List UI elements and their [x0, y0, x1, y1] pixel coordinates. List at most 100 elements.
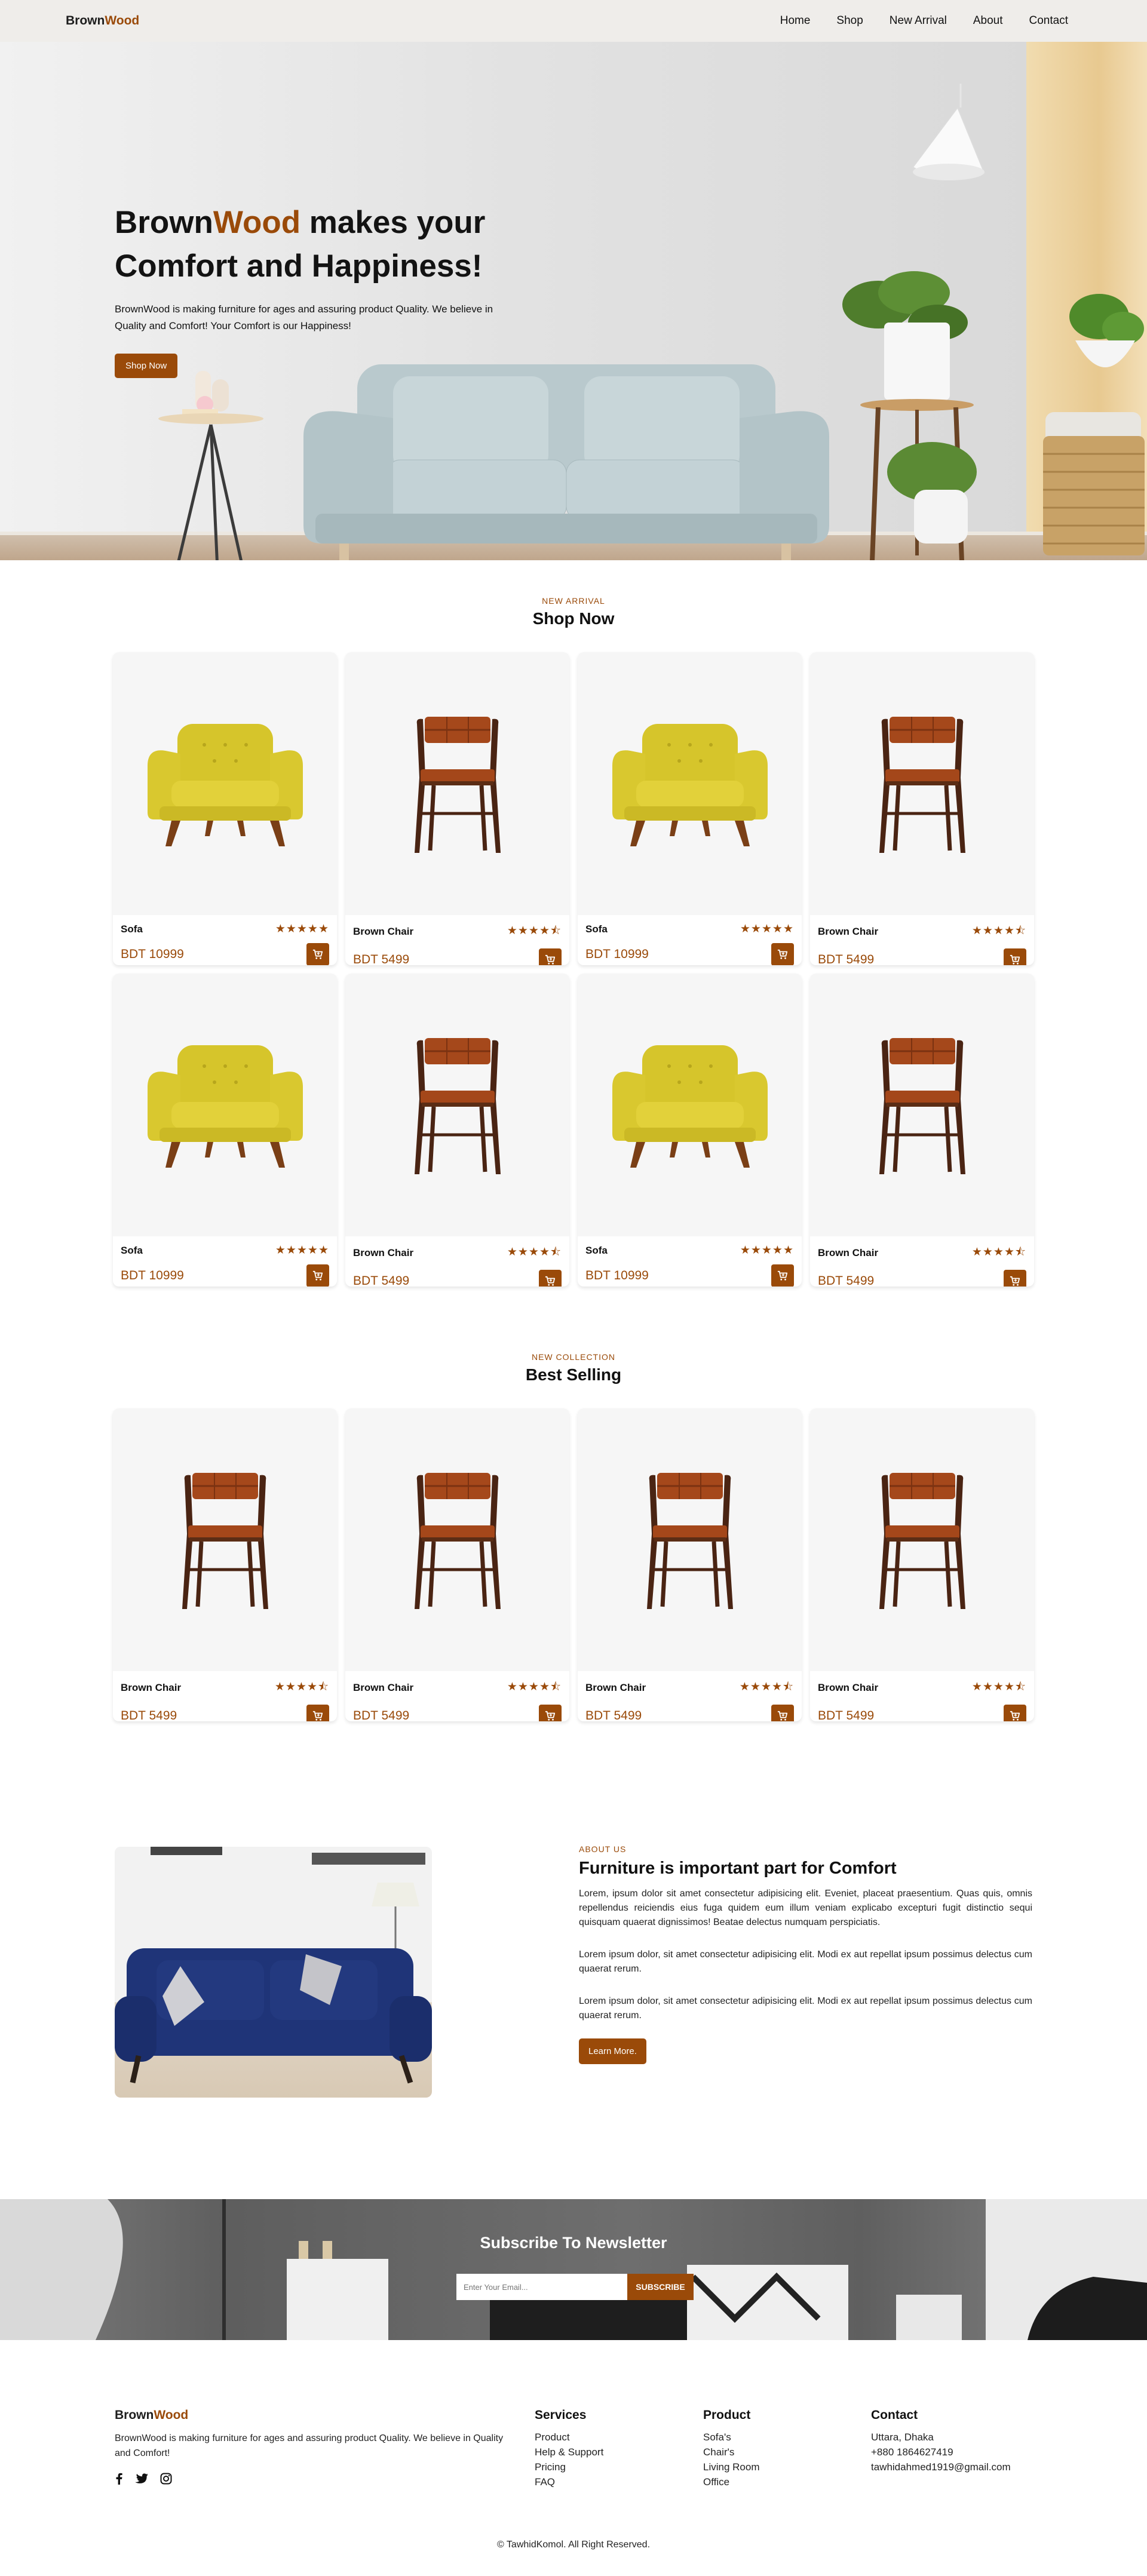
product-name[interactable]: Sofa [121, 1245, 143, 1257]
twitter-icon[interactable] [135, 2473, 148, 2484]
pendant-lamp-image [912, 84, 986, 180]
product-card[interactable]: Sofa ★★★★★ BDT 10999 [113, 652, 337, 965]
contact-phone[interactable]: +880 1864627419 [871, 2445, 1011, 2460]
product-name[interactable]: Sofa [585, 1245, 608, 1257]
product-name[interactable]: Brown Chair [353, 926, 413, 938]
best-selling-title: Best Selling [525, 1365, 622, 1384]
product-price: BDT 10999 [585, 947, 649, 961]
social-links [115, 2473, 521, 2485]
product-info-row: Brown Chair ★★★★⯪ [818, 1678, 1026, 1697]
product-image-area[interactable] [810, 652, 1034, 915]
product-name[interactable]: Brown Chair [353, 1682, 413, 1694]
shop-now-title: Shop Now [532, 609, 615, 628]
product-price-row: BDT 5499 [353, 1705, 562, 1721]
product-image-area[interactable] [810, 974, 1034, 1236]
product-card[interactable]: Brown Chair ★★★★⯪ BDT 5499 [810, 652, 1034, 965]
product-image-area[interactable] [345, 1408, 569, 1671]
cart-icon [312, 1270, 323, 1281]
footer-link[interactable]: FAQ [535, 2474, 603, 2489]
facebook-icon[interactable] [115, 2473, 123, 2485]
add-to-cart-button[interactable] [1004, 948, 1026, 965]
product-name[interactable]: Brown Chair [353, 1247, 413, 1259]
product-info: Brown Chair ★★★★⯪ BDT 5499 [578, 1671, 802, 1721]
product-name[interactable]: Brown Chair [585, 1682, 646, 1694]
footer-brand[interactable]: BrownWood [115, 2408, 521, 2423]
product-name[interactable]: Brown Chair [121, 1682, 181, 1694]
nav-link-contact[interactable]: Contact [1029, 14, 1068, 27]
hero-section: BrownWood makes your Comfort and Happine… [0, 42, 1147, 560]
hero-text-block: BrownWood makes your Comfort and Happine… [115, 201, 533, 378]
add-to-cart-button[interactable] [539, 1705, 562, 1721]
product-card[interactable]: Brown Chair ★★★★⯪ BDT 5499 [810, 1408, 1034, 1721]
product-image-area[interactable] [810, 1408, 1034, 1671]
product-image-area[interactable] [113, 974, 337, 1236]
product-info-row: Brown Chair ★★★★⯪ [353, 1244, 562, 1263]
best-selling-eyebrow: NEW COLLECTION [531, 1352, 615, 1362]
product-image-area[interactable] [345, 652, 569, 915]
yellow-sofa-image [147, 724, 303, 846]
rating-stars-icon: ★★★★⯪ [971, 925, 1026, 937]
product-name[interactable]: Brown Chair [818, 926, 878, 938]
nav-link-home[interactable]: Home [780, 14, 811, 27]
footer-link[interactable]: Pricing [535, 2460, 603, 2474]
product-image-area[interactable] [578, 974, 802, 1236]
product-image-area[interactable] [578, 1408, 802, 1671]
newsletter-form: SUBSCRIBE [456, 2274, 694, 2300]
product-card[interactable]: Brown Chair ★★★★⯪ BDT 5499 [345, 974, 569, 1287]
sofa-hero-image [303, 364, 829, 560]
contact-email[interactable]: tawhidahmed1919@gmail.com [871, 2460, 1011, 2474]
learn-more-button[interactable]: Learn More. [579, 2038, 646, 2064]
brand-part-1: Brown [66, 14, 105, 27]
product-image-area[interactable] [578, 652, 802, 915]
add-to-cart-button[interactable] [539, 1270, 562, 1287]
add-to-cart-button[interactable] [771, 943, 794, 965]
add-to-cart-button[interactable] [1004, 1705, 1026, 1721]
product-price: BDT 5499 [121, 1709, 177, 1721]
instagram-icon[interactable] [160, 2473, 172, 2485]
shop-now-button[interactable]: Shop Now [115, 354, 178, 378]
brand-logo[interactable]: BrownWood [66, 14, 139, 28]
rating-stars-icon: ★★★★⯪ [971, 1246, 1026, 1258]
nav-link-new-arrival[interactable]: New Arrival [890, 14, 947, 27]
product-card[interactable]: Sofa ★★★★★ BDT 10999 [578, 652, 802, 965]
footer-link[interactable]: Help & Support [535, 2445, 603, 2460]
about-section: ABOUT US Furniture is important part for… [0, 1781, 1147, 2199]
product-card[interactable]: Brown Chair ★★★★⯪ BDT 5499 [345, 652, 569, 965]
product-name[interactable]: Brown Chair [818, 1247, 878, 1259]
add-to-cart-button[interactable] [1004, 1270, 1026, 1287]
product-image-area[interactable] [113, 652, 337, 915]
product-name[interactable]: Sofa [585, 923, 608, 935]
footer-link[interactable]: Sofa's [703, 2430, 760, 2445]
product-info-row: Sofa ★★★★★ [585, 922, 794, 936]
footer-description: BrownWood is making furniture for ages a… [115, 2433, 504, 2458]
nav-link-about[interactable]: About [973, 14, 1003, 27]
newsletter-email-input[interactable] [456, 2274, 627, 2300]
best-selling-header: NEW COLLECTION Best Selling [0, 1352, 1147, 1384]
nav-link-shop[interactable]: Shop [836, 14, 863, 27]
product-card[interactable]: Brown Chair ★★★★⯪ BDT 5499 [345, 1408, 569, 1721]
footer-link[interactable]: Chair's [703, 2445, 760, 2460]
add-to-cart-button[interactable] [771, 1264, 794, 1287]
product-card[interactable]: Brown Chair ★★★★⯪ BDT 5499 [113, 1408, 337, 1721]
footer-link[interactable]: Office [703, 2474, 760, 2489]
add-to-cart-button[interactable] [771, 1705, 794, 1721]
product-card[interactable]: Brown Chair ★★★★⯪ BDT 5499 [578, 1408, 802, 1721]
footer-link[interactable]: Product [535, 2430, 603, 2445]
product-image-area[interactable] [345, 974, 569, 1236]
add-to-cart-button[interactable] [306, 1705, 329, 1721]
product-card[interactable]: Brown Chair ★★★★⯪ BDT 5499 [810, 974, 1034, 1287]
product-name[interactable]: Sofa [121, 923, 143, 935]
product-info: Sofa ★★★★★ BDT 10999 [578, 1236, 802, 1287]
product-card[interactable]: Sofa ★★★★★ BDT 10999 [113, 974, 337, 1287]
product-info-row: Sofa ★★★★★ [121, 1244, 329, 1257]
subscribe-button[interactable]: SUBSCRIBE [627, 2274, 694, 2300]
product-info: Brown Chair ★★★★⯪ BDT 5499 [345, 915, 569, 965]
product-name[interactable]: Brown Chair [818, 1682, 878, 1694]
add-to-cart-button[interactable] [306, 1264, 329, 1287]
add-to-cart-button[interactable] [306, 943, 329, 965]
footer-link[interactable]: Living Room [703, 2460, 760, 2474]
product-card[interactable]: Sofa ★★★★★ BDT 10999 [578, 974, 802, 1287]
add-to-cart-button[interactable] [539, 948, 562, 965]
product-image-area[interactable] [113, 1408, 337, 1671]
product-price-row: BDT 5499 [818, 1705, 1026, 1721]
